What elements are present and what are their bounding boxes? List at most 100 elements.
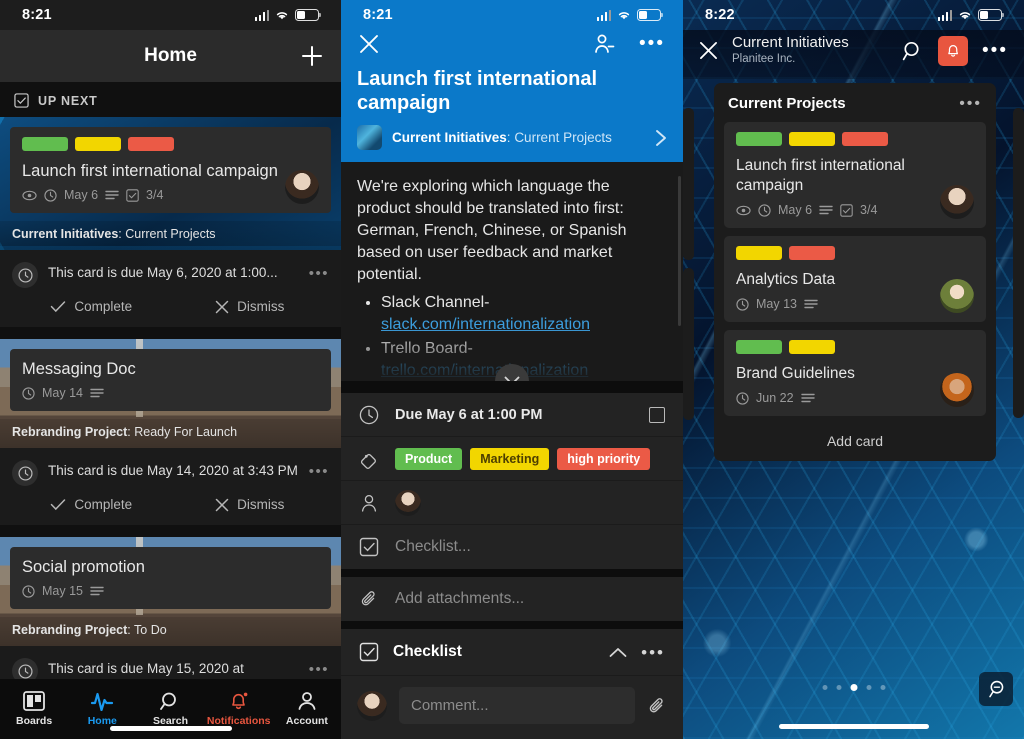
description-paragraph: We're exploring which language the produ… — [357, 178, 627, 283]
zoom-out-button[interactable] — [979, 672, 1013, 706]
board-header: Current Initiatives Planitee Inc. ••• — [683, 30, 1024, 79]
notification-item[interactable]: Social promotion May 15 Rebranding Proje… — [0, 537, 341, 684]
card-preview[interactable]: Launch first international campaign May … — [0, 117, 341, 250]
page-dot[interactable] — [836, 685, 841, 690]
board-card[interactable]: Analytics Data May 13 — [724, 236, 986, 322]
add-card-button[interactable]: Add card — [714, 424, 996, 453]
card-labels — [736, 246, 974, 260]
board-card[interactable]: Brand Guidelines Jun 22 — [724, 330, 986, 416]
checklist-add-row[interactable]: Checklist... — [341, 525, 683, 569]
list-more-button[interactable]: ••• — [959, 95, 982, 111]
page-dot[interactable] — [880, 685, 885, 690]
notification-message: This card is due May 14, 2020 at 3:43 PM — [48, 463, 298, 478]
card-description[interactable]: We're exploring which language the produ… — [341, 162, 683, 381]
card-body[interactable]: Messaging Doc May 14 — [10, 349, 331, 411]
avatar[interactable] — [285, 170, 319, 204]
board-more-button[interactable]: ••• — [982, 41, 1008, 60]
wifi-icon — [618, 12, 630, 20]
notification-more-button[interactable]: ••• — [309, 460, 329, 480]
due-date-row[interactable]: Due May 6 at 1:00 PM — [341, 393, 683, 437]
close-button[interactable] — [699, 41, 718, 60]
attachments-row[interactable]: Add attachments... — [341, 577, 683, 621]
notification-more-button[interactable]: ••• — [309, 658, 329, 678]
checklist-more-button[interactable]: ••• — [641, 644, 665, 661]
tab-account[interactable]: Account — [273, 679, 341, 739]
check-icon — [51, 499, 66, 511]
avatar[interactable] — [357, 690, 387, 721]
avatar[interactable] — [940, 373, 974, 407]
due-complete-checkbox[interactable] — [649, 406, 665, 423]
avatar[interactable] — [395, 489, 421, 516]
board-name: Rebranding Project — [12, 623, 128, 637]
card-preview[interactable]: Messaging Doc May 14 Rebranding Project:… — [0, 339, 341, 448]
board-name: Current Initiatives — [732, 34, 849, 51]
board-title-block[interactable]: Current Initiatives Planitee Inc. — [732, 34, 888, 67]
page-dot[interactable] — [822, 685, 827, 690]
search-icon — [160, 692, 176, 710]
members-row[interactable] — [341, 481, 683, 525]
labels-row[interactable]: Product Marketing high priority — [341, 437, 683, 481]
label-chip[interactable]: high priority — [557, 447, 651, 470]
board-card[interactable]: Launch first international campaign May … — [724, 122, 986, 228]
close-button[interactable] — [359, 34, 379, 54]
search-button[interactable] — [902, 40, 924, 62]
tab-boards[interactable]: Boards — [0, 679, 68, 739]
checklist-header-row: Checklist ••• — [341, 629, 683, 675]
collapse-checklist-button[interactable] — [609, 647, 627, 658]
notification-more-button[interactable]: ••• — [309, 262, 329, 282]
notification-message: This card is due May 6, 2020 at 1:00... — [48, 265, 278, 280]
previous-list-peek[interactable] — [683, 268, 694, 420]
home-indicator — [778, 724, 929, 729]
card-preview[interactable]: Social promotion May 15 Rebranding Proje… — [0, 537, 341, 646]
section-divider — [341, 381, 683, 393]
notifications-button[interactable] — [938, 35, 969, 66]
add-button[interactable] — [299, 43, 325, 69]
board-list[interactable]: Current Projects ••• Launch first intern… — [714, 83, 996, 461]
person-icon — [298, 692, 316, 710]
avatar[interactable] — [940, 185, 974, 219]
card-badges: May 6 3/4 — [22, 188, 319, 202]
slack-link[interactable]: slack.com/internationalization — [381, 316, 590, 333]
paperclip-icon — [649, 697, 663, 712]
page-dot[interactable] — [866, 685, 871, 690]
checklist-title: Checklist — [393, 643, 462, 660]
card-labels — [22, 137, 319, 151]
dismiss-button[interactable]: Dismiss — [171, 497, 330, 512]
checklist-icon — [359, 642, 379, 662]
section-divider — [341, 569, 683, 577]
comment-input[interactable]: Comment... — [399, 687, 635, 724]
notification-item[interactable]: Launch first international campaign May … — [0, 117, 341, 327]
complete-label: Complete — [74, 299, 133, 314]
card-more-button[interactable]: ••• — [639, 34, 665, 53]
label-chip[interactable]: Product — [395, 447, 463, 470]
label-chip[interactable]: Marketing — [470, 447, 550, 470]
page-dot-active[interactable] — [850, 684, 857, 691]
avatar[interactable] — [940, 279, 974, 313]
remove-member-button[interactable] — [593, 33, 615, 55]
dismiss-label: Dismiss — [237, 497, 285, 512]
home-feed[interactable]: UP NEXT Launch first international campa… — [0, 82, 341, 739]
card-body[interactable]: Launch first international campaign May … — [10, 127, 331, 213]
attach-to-comment-button[interactable] — [647, 696, 667, 716]
complete-button[interactable]: Complete — [12, 299, 171, 314]
card-checklist-count: 3/4 — [860, 203, 878, 217]
trello-link[interactable]: trello.com/internationalization — [381, 362, 588, 379]
card-badges: May 6 3/4 — [736, 203, 974, 217]
card-due-date: May 14 — [42, 386, 83, 400]
notification-item[interactable]: Messaging Doc May 14 Rebranding Project:… — [0, 339, 341, 525]
zoom-out-icon — [989, 680, 1004, 698]
dismiss-button[interactable]: Dismiss — [171, 299, 330, 314]
previous-list-peek[interactable] — [683, 108, 694, 260]
card-board-context: Current Initiatives: Current Projects — [0, 221, 341, 250]
board-organization: Planitee Inc. — [732, 53, 796, 65]
card-body[interactable]: Social promotion May 15 — [10, 547, 331, 609]
description-scrollbar[interactable] — [678, 176, 681, 326]
complete-button[interactable]: Complete — [12, 497, 171, 512]
card-attributes-section: Due May 6 at 1:00 PM Product Marketing h… — [341, 393, 683, 569]
board-separator: : — [506, 130, 511, 145]
card-badges: Jun 22 — [736, 391, 974, 405]
due-date-label: Due May 6 at 1:00 PM — [395, 406, 543, 423]
next-list-peek[interactable] — [1013, 108, 1024, 418]
card-board-link[interactable]: Current Initiatives: Current Projects — [341, 125, 683, 150]
notification-message-row: This card is due May 6, 2020 at 1:00... … — [0, 250, 341, 327]
